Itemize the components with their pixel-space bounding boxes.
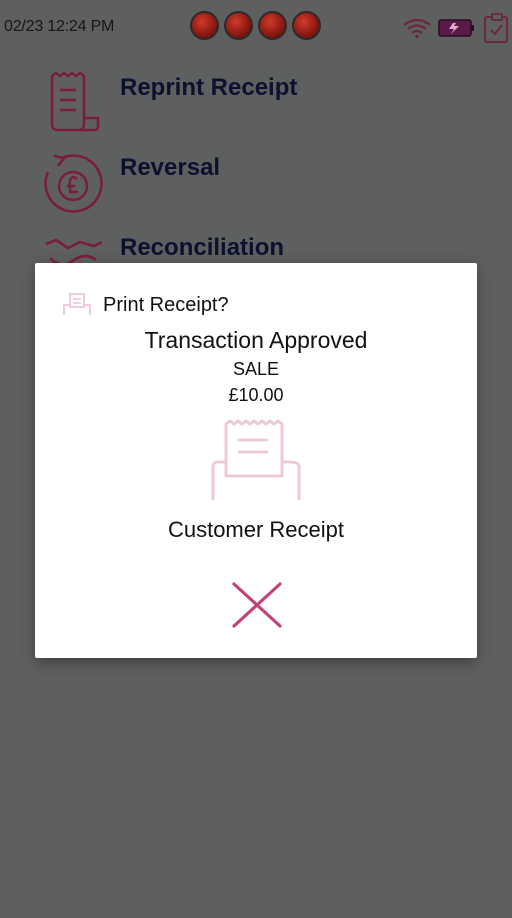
menu-item-label: Reprint Receipt xyxy=(120,74,298,101)
printer-icon xyxy=(63,293,91,315)
transaction-type: SALE xyxy=(232,359,280,379)
transaction-amount: £10.00 xyxy=(228,385,284,405)
print-receipt-dialog: Print Receipt? Transaction Approved SALE… xyxy=(35,263,477,658)
led-indicator xyxy=(292,11,321,40)
menu-item-reversal[interactable]: Reversal xyxy=(40,150,220,216)
led-indicator xyxy=(258,11,287,40)
system-icons xyxy=(402,12,512,44)
led-indicators xyxy=(190,11,321,40)
battery-charging-icon xyxy=(438,19,474,37)
status-datetime: 02/23 12:24 PM xyxy=(4,18,115,35)
menu-item-reprint-receipt[interactable]: Reprint Receipt xyxy=(40,70,297,136)
wifi-icon xyxy=(403,18,431,39)
led-indicator xyxy=(224,11,253,40)
transaction-status: Transaction Approved xyxy=(144,327,368,353)
pound-reverse-icon xyxy=(44,154,103,213)
receipt-icon xyxy=(50,71,100,132)
menu-item-label: Reconciliation xyxy=(120,234,285,261)
status-bar: 02/23 12:24 PM xyxy=(0,0,512,56)
customer-receipt-label[interactable]: Customer Receipt xyxy=(35,517,477,543)
close-icon[interactable] xyxy=(231,581,283,629)
dialog-title: Print Receipt? xyxy=(103,293,229,316)
dialog-header: Print Receipt? xyxy=(61,291,229,319)
receipt-printer-icon[interactable] xyxy=(210,418,302,506)
menu-item-label: Reversal xyxy=(120,154,221,181)
checklist-icon xyxy=(484,13,508,43)
led-indicator xyxy=(190,11,219,40)
